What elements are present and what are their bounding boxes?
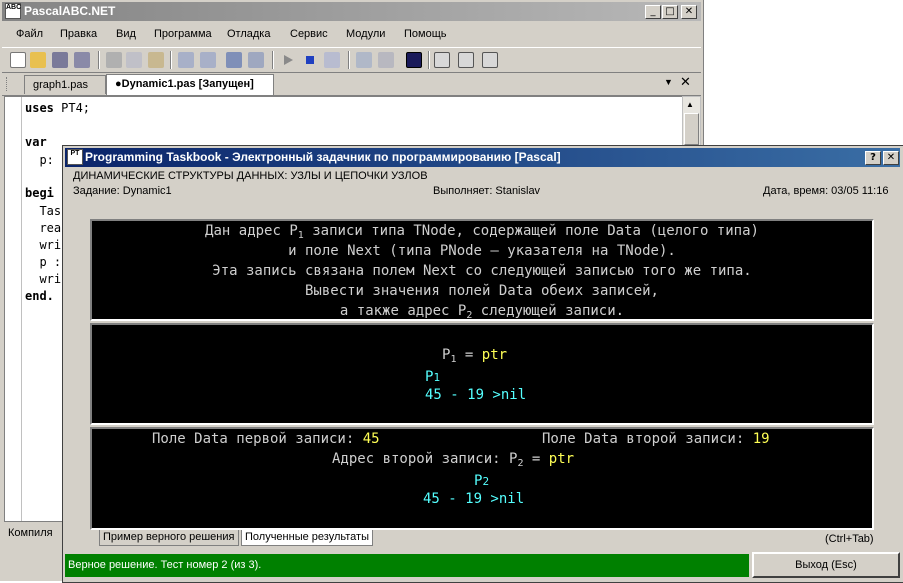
taskbook-window: PT Programming Taskbook - Электронный за…	[62, 145, 903, 583]
hotkey-hint: (Ctrl+Tab)	[825, 533, 874, 545]
task-line-4: Вывести значения полей Data обеих записе…	[304, 283, 659, 299]
code-line-1: uses PT4;	[25, 101, 91, 115]
minimize-button[interactable]: _	[645, 5, 661, 19]
input-chain: 45 - 19 >nil	[425, 387, 527, 403]
tab-dynamic1[interactable]: ●Dynamic1.pas [Запущен]	[106, 74, 274, 95]
tab-graph1[interactable]: graph1.pas	[24, 75, 106, 94]
compile-label[interactable]: Компиля	[8, 527, 53, 539]
menu-program[interactable]: Программа	[154, 28, 212, 40]
task-name: Задание: Dynamic1	[73, 185, 172, 197]
step-in-icon[interactable]	[226, 52, 242, 68]
editor-tabs: graph1.pas ●Dynamic1.pas [Запущен] ▼ ✕	[2, 73, 701, 96]
editor-gutter	[5, 97, 22, 521]
performer-name: Выполняет: Stanislav	[433, 185, 541, 197]
task-line-5: а также адрес P2 следующей записи.	[339, 303, 625, 321]
undo-icon[interactable]	[178, 52, 194, 68]
menu-file[interactable]: Файл	[16, 28, 43, 40]
output-chain: 45 - 19 >nil	[423, 491, 525, 507]
copy-icon[interactable]	[126, 52, 142, 68]
save-icon[interactable]	[52, 52, 68, 68]
redo-icon[interactable]	[200, 52, 216, 68]
task-description-panel: Дан адрес P1 записи типа TNode, содержащ…	[90, 219, 874, 321]
tab-close-icon[interactable]: ✕	[680, 75, 691, 90]
input-node-label: P1	[425, 369, 441, 385]
toolbar	[2, 47, 701, 73]
step2-icon[interactable]	[356, 52, 372, 68]
save-all-icon[interactable]	[74, 52, 90, 68]
menu-edit[interactable]: Правка	[60, 28, 97, 40]
maximize-button[interactable]: □	[662, 5, 678, 19]
code-line-9: wri	[25, 238, 62, 252]
datetime: Дата, время: 03/05 11:16	[763, 185, 889, 197]
step-icon[interactable]	[324, 52, 340, 68]
code-line-12: end.	[25, 289, 54, 303]
input-pointer-line: P1 = ptr	[442, 347, 508, 365]
scroll-thumb[interactable]	[684, 113, 699, 145]
code-line-4: p:	[25, 153, 54, 167]
step-over-icon[interactable]	[248, 52, 264, 68]
input-data-panel: P1 = ptr P1 45 - 19 >nil	[90, 323, 874, 425]
result-status: Верное решение. Тест номер 2 (из 3).	[65, 554, 749, 577]
topic-title: ДИНАМИЧЕСКИЕ СТРУКТУРЫ ДАННЫХ: УЗЛЫ И ЦЕ…	[73, 170, 428, 182]
menu-view[interactable]: Вид	[116, 28, 136, 40]
stop-icon[interactable]	[302, 52, 318, 68]
breakpoint-icon[interactable]	[378, 52, 394, 68]
menu-debug[interactable]: Отладка	[227, 28, 270, 40]
code-line-11: wri	[25, 272, 62, 286]
tab-obtained-results[interactable]: Полученные результаты	[241, 530, 373, 546]
ide-close-button[interactable]: ✕	[681, 5, 697, 19]
output-second-field: Поле Data второй записи: 19	[542, 431, 770, 447]
output-first-field: Поле Data первой записи: 45	[152, 431, 380, 447]
tab-sample-solution[interactable]: Пример верного решения	[99, 530, 239, 546]
window3-icon[interactable]	[482, 52, 498, 68]
code-line-6: begi	[25, 186, 54, 200]
task-line-1: Дан адрес P1 записи типа TNode, содержащ…	[205, 223, 759, 241]
ide-title: PascalABC.NET	[24, 4, 116, 18]
window1-icon[interactable]	[434, 52, 450, 68]
pascalabc-app-icon: ABC	[5, 3, 21, 19]
task-line-3: Эта запись связана полем Next со следующ…	[212, 263, 752, 279]
taskbook-app-icon: PT	[67, 149, 83, 165]
ide-titlebar: ABC PascalABC.NET _ □ ✕	[2, 2, 701, 21]
new-file-icon[interactable]	[10, 52, 26, 68]
help-button[interactable]: ?	[865, 151, 881, 165]
scroll-up-icon[interactable]: ▲	[686, 100, 694, 109]
taskbook-close-button[interactable]: ✕	[883, 151, 899, 165]
code-line-10: p :	[25, 255, 62, 269]
window2-icon[interactable]	[458, 52, 474, 68]
output-node-label: P2	[474, 473, 490, 489]
task-header: ДИНАМИЧЕСКИЕ СТРУКТУРЫ ДАННЫХ: УЗЛЫ И ЦЕ…	[65, 168, 900, 218]
code-line-7: Tas	[25, 204, 62, 218]
run-icon[interactable]	[280, 52, 296, 68]
task-line-2: и поле Next (типа PNode — указателя на T…	[288, 243, 676, 259]
code-line-3: var	[25, 135, 47, 149]
menu-service[interactable]: Сервис	[290, 28, 328, 40]
cut-icon[interactable]	[106, 52, 122, 68]
taskbook-titlebar: PT Programming Taskbook - Электронный за…	[65, 148, 900, 167]
console-icon[interactable]	[406, 52, 422, 68]
code-line-8: rea	[25, 221, 62, 235]
menu-help[interactable]: Помощь	[404, 28, 447, 40]
menubar: Файл Правка Вид Программа Отладка Сервис…	[2, 24, 701, 44]
open-folder-icon[interactable]	[30, 52, 46, 68]
tabs-grip	[6, 77, 17, 91]
tabs-dropdown-icon[interactable]: ▼	[664, 77, 673, 87]
output-data-panel: Поле Data первой записи: 45 Поле Data вт…	[90, 427, 874, 530]
taskbook-title: Programming Taskbook - Электронный задач…	[85, 150, 561, 164]
output-address-line: Адрес второй записи: P2 = ptr	[332, 451, 575, 469]
paste-icon[interactable]	[148, 52, 164, 68]
menu-modules[interactable]: Модули	[346, 28, 385, 40]
exit-button[interactable]: Выход (Esc)	[752, 552, 900, 578]
